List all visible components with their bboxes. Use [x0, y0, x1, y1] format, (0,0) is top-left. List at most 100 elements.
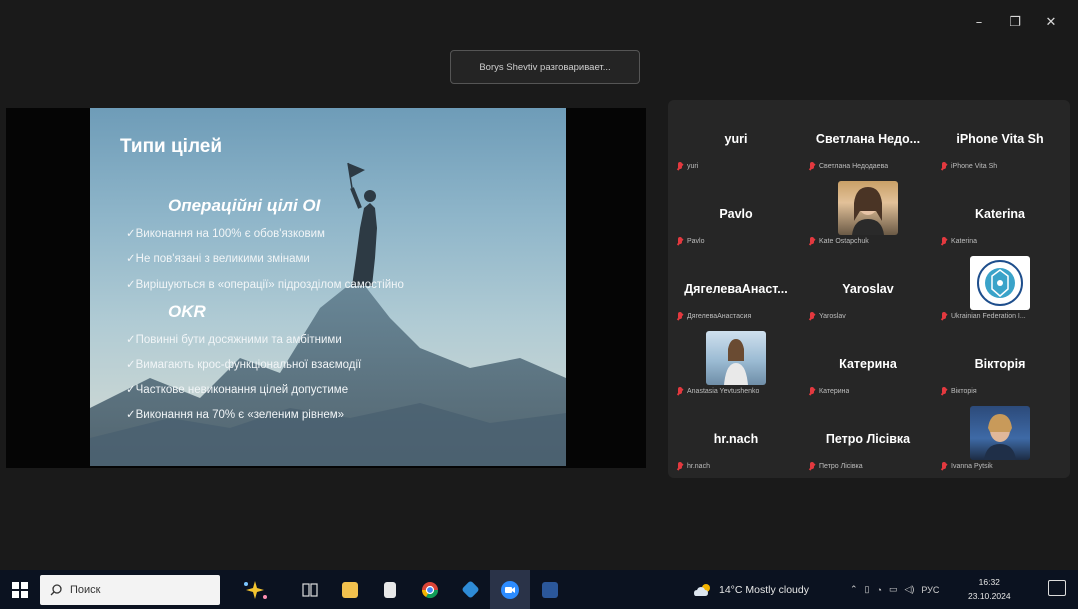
- sparkle-icon: [244, 580, 267, 599]
- mic-muted-icon: [940, 387, 948, 396]
- language-indicator[interactable]: РУС: [921, 585, 939, 595]
- avatar: [852, 187, 884, 235]
- avatar: [984, 414, 1016, 460]
- notifications-icon[interactable]: [1048, 580, 1066, 596]
- mic-muted-icon: [940, 462, 948, 471]
- participant-label: Pavlo: [676, 237, 705, 246]
- participant-tile[interactable]: ДягелеваАнаст... ДягелеваАнастасия: [672, 252, 800, 327]
- participant-label: iPhone Vita Sh: [940, 162, 997, 171]
- windows-logo-icon: [12, 581, 28, 598]
- slide-bullet: ✓Вимагають крос-функціональної взаємодії: [126, 359, 362, 371]
- shared-screen: Типи цілей Операційні цілі OI ✓Виконання…: [6, 108, 646, 468]
- participant-label: Kate Ostapchuk: [808, 237, 869, 246]
- participant-video: [970, 406, 1030, 460]
- clock[interactable]: 16:32 23.10.2024: [968, 575, 1011, 603]
- avatar: [724, 339, 748, 385]
- mic-muted-icon: [808, 462, 816, 471]
- participant-tile[interactable]: Петро Лісівка Петро Лісівка: [804, 402, 932, 477]
- mic-muted-icon: [808, 387, 816, 396]
- participant-label: Катерина: [808, 387, 849, 396]
- mic-muted-icon: [676, 312, 684, 321]
- participant-tile[interactable]: Pavlo Pavlo: [672, 177, 800, 252]
- meeting-window: – ❐ ✕ Borys Shevtiv разговаривает... Тип…: [0, 0, 1078, 570]
- taskbar-search[interactable]: Поиск: [40, 574, 220, 605]
- participant-name: Катерина: [839, 357, 897, 371]
- battery-icon[interactable]: ▭: [889, 584, 898, 595]
- participant-tile[interactable]: Anastasia Yevtushenko: [672, 327, 800, 402]
- store-icon: [460, 580, 480, 599]
- mic-muted-icon: [676, 462, 684, 471]
- notepad-button[interactable]: [370, 570, 410, 609]
- mic-muted-icon: [940, 312, 948, 321]
- participant-tile[interactable]: Yaroslav Yaroslav: [804, 252, 932, 327]
- mic-muted-icon: [676, 237, 684, 246]
- zoom-button[interactable]: [490, 570, 530, 609]
- minimize-button[interactable]: –: [962, 8, 996, 36]
- organization-logo: [977, 260, 1023, 306]
- participant-tile[interactable]: Katerina Katerina: [936, 177, 1064, 252]
- word-button[interactable]: [530, 570, 570, 609]
- slide-heading-operational: Операційні цілі OI: [168, 196, 321, 215]
- slide-bullet: ✓Вирішуються в «операції» підрозділом са…: [126, 279, 404, 291]
- participant-video: [838, 181, 898, 235]
- participant-tile[interactable]: yuri yuri: [672, 102, 800, 177]
- chevron-up-icon[interactable]: ⌃: [850, 584, 858, 595]
- participant-label: Anastasia Yevtushenko: [676, 387, 759, 396]
- start-button[interactable]: [0, 570, 40, 609]
- participant-tile[interactable]: Kate Ostapchuk: [804, 177, 932, 252]
- restore-button[interactable]: ❐: [998, 8, 1032, 36]
- participant-video: [970, 256, 1030, 310]
- screen: – ❐ ✕ Borys Shevtiv разговаривает... Тип…: [0, 0, 1078, 609]
- participant-name: Pavlo: [719, 207, 753, 221]
- store-button[interactable]: [450, 570, 490, 609]
- participant-tile[interactable]: Светлана Недо... Светлана Недодаева: [804, 102, 932, 177]
- clock-date: 23.10.2024: [968, 591, 1011, 601]
- mic-muted-icon: [940, 162, 948, 171]
- slide-bullet: ✓Часткове невиконання цілей допустиме: [126, 384, 349, 396]
- task-view-icon: [302, 582, 318, 597]
- participant-label: hr.nach: [676, 462, 710, 471]
- clock-time: 16:32: [978, 577, 1000, 587]
- active-speaker-indicator: Borys Shevtiv разговаривает...: [450, 50, 640, 84]
- volume-icon[interactable]: ◁): [904, 584, 914, 595]
- chrome-button[interactable]: [410, 570, 450, 609]
- search-placeholder: Поиск: [70, 583, 101, 596]
- wifi-icon[interactable]: ◔: [877, 585, 882, 595]
- participant-label: Katerina: [940, 237, 977, 246]
- participant-tile[interactable]: hr.nach hr.nach: [672, 402, 800, 477]
- weather-widget[interactable]: 14°C Mostly cloudy: [693, 570, 809, 609]
- zoom-icon: [501, 580, 519, 599]
- participant-name: Светлана Недо...: [815, 132, 921, 146]
- participant-tile[interactable]: iPhone Vita Sh iPhone Vita Sh: [936, 102, 1064, 177]
- system-tray: ⌃ ▯ ◔ ▭ ◁) РУС: [850, 570, 939, 609]
- participant-name: Yaroslav: [842, 282, 894, 296]
- participant-label: yuri: [676, 162, 698, 171]
- participant-tile[interactable]: Ivanna Pytsik: [936, 402, 1064, 477]
- participant-name: iPhone Vita Sh: [956, 132, 1044, 146]
- participant-name: ДягелеваАнаст...: [684, 282, 788, 296]
- participant-tile[interactable]: Вікторія Вікторія: [936, 327, 1064, 402]
- search-icon: [50, 583, 62, 595]
- slide-bullet: ✓Не пов'язані з великими змінами: [126, 253, 310, 265]
- widgets-button[interactable]: [220, 570, 290, 609]
- taskbar: Поиск 14°C Mostly cloudy ⌃ ▯ ◔ ▭ ◁) РУС …: [0, 570, 1078, 609]
- participants-gallery: yuri yuri Светлана Недо... Светлана Недо…: [668, 100, 1070, 478]
- participant-label: Yaroslav: [808, 312, 846, 321]
- participant-name: Katerina: [974, 207, 1026, 221]
- mic-muted-icon: [676, 162, 684, 171]
- task-view-button[interactable]: [290, 570, 330, 609]
- participant-label: ДягелеваАнастасия: [676, 312, 751, 321]
- participant-label: Ivanna Pytsik: [940, 462, 993, 471]
- document-icon: [384, 581, 396, 598]
- slide-bullet: ✓Повинні бути досяжними та амбітними: [126, 334, 342, 346]
- close-button[interactable]: ✕: [1034, 8, 1068, 36]
- participant-label: Светлана Недодаева: [808, 162, 888, 171]
- participant-label: Ukrainian Federation I...: [940, 312, 1026, 321]
- network-icon[interactable]: ▯: [865, 584, 870, 595]
- file-explorer-button[interactable]: [330, 570, 370, 609]
- folder-icon: [342, 581, 358, 598]
- window-controls: – ❐ ✕: [962, 8, 1068, 36]
- participant-name: Вікторія: [974, 357, 1026, 371]
- participant-tile[interactable]: Ukrainian Federation I...: [936, 252, 1064, 327]
- participant-tile[interactable]: Катерина Катерина: [804, 327, 932, 402]
